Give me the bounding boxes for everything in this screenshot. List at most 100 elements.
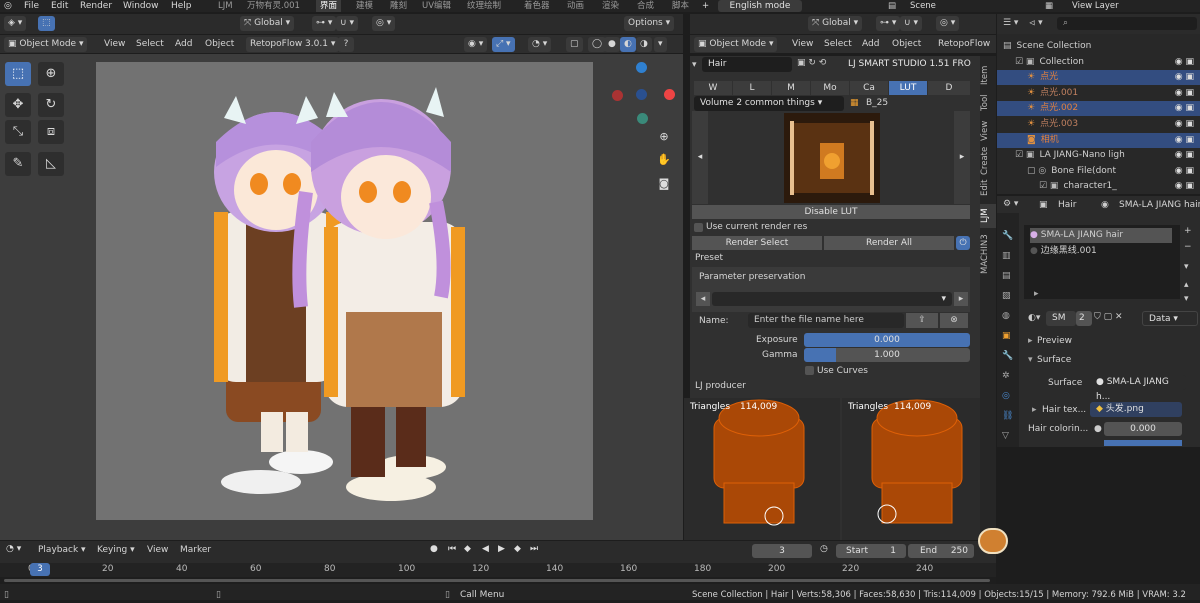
right-menu-add[interactable]: Add xyxy=(862,39,879,49)
annotate-icon[interactable]: ✎ xyxy=(5,152,31,176)
visibility-icon[interactable]: ◉ ▾ xyxy=(464,37,488,52)
object-tab-icon[interactable]: ▣ xyxy=(1002,331,1011,341)
power-icon[interactable]: ⏻ xyxy=(956,236,970,250)
exposure-slider[interactable]: 0.000 xyxy=(804,333,970,347)
tab-uv[interactable]: UV编辑 xyxy=(422,0,451,12)
tab-m[interactable]: M xyxy=(772,81,810,95)
surface-panel[interactable]: Surface xyxy=(1037,355,1071,365)
timeline-ruler[interactable]: 020406080100120140160180200220240 3 xyxy=(0,563,996,577)
slot-add-icon[interactable]: + xyxy=(1184,226,1192,236)
tab-wanwu[interactable]: 万物有灵.001 xyxy=(247,0,300,12)
modifier-tab-icon[interactable]: 🔧 xyxy=(1002,351,1013,361)
scene-icon[interactable]: ▤ xyxy=(888,0,896,12)
rendered-shading-icon[interactable]: ◑ xyxy=(636,37,652,52)
tab-texture-paint[interactable]: 纹理绘制 xyxy=(467,0,501,12)
start-frame-field[interactable]: Start 1 xyxy=(836,544,906,558)
file-name-input[interactable]: Enter the file name here xyxy=(748,313,904,328)
pivot-icon[interactable]: ⊶ ▾ xyxy=(312,16,337,31)
hair-texture-field[interactable]: ◆ 头发.png xyxy=(1090,402,1182,417)
menu-view[interactable]: View xyxy=(104,39,125,49)
outliner-row[interactable]: ▤ Scene Collection xyxy=(997,39,1200,54)
gizmo-neg-x-axis[interactable] xyxy=(612,90,623,101)
outliner-row[interactable]: ☀ 点光.002 ◉ ▣ xyxy=(997,101,1200,117)
visibility-eye-icon[interactable]: ◉ ▣ xyxy=(1175,133,1194,148)
gizmo-z-axis[interactable] xyxy=(636,62,647,73)
panel-collapse-icon[interactable]: ▾ xyxy=(692,60,697,70)
scale-icon[interactable]: ⤡ xyxy=(5,120,31,144)
surface-expand-icon[interactable]: ▾ xyxy=(1028,355,1033,365)
param-prev-icon[interactable]: ◂ xyxy=(696,292,710,306)
menu-render[interactable]: Render xyxy=(80,0,112,12)
visibility-eye-icon[interactable]: ◉ ▣ xyxy=(1175,70,1194,85)
move-icon[interactable]: ✥ xyxy=(5,93,31,117)
zoom-icon[interactable]: ⊕ xyxy=(655,128,673,146)
solid-shading-icon[interactable]: ● xyxy=(604,37,620,52)
tab-d[interactable]: D xyxy=(928,81,970,95)
param-next-icon[interactable]: ▸ xyxy=(954,292,968,306)
tab-jiemian[interactable]: 界面 xyxy=(316,0,342,12)
visibility-eye-icon[interactable]: ◉ ▣ xyxy=(1175,164,1194,179)
tab-modeling[interactable]: 建模 xyxy=(356,0,373,12)
clear-icon[interactable]: ⊗ xyxy=(940,313,968,328)
jump-end-icon[interactable]: ⏭ xyxy=(530,544,538,554)
next-keyframe-icon[interactable]: ◆ xyxy=(514,544,521,554)
tab-lut[interactable]: LUT xyxy=(889,81,927,95)
shading-dropdown-icon[interactable]: ▾ xyxy=(654,37,667,52)
timeline-scrollbar[interactable] xyxy=(0,577,996,584)
data-tab-icon[interactable]: ▽ xyxy=(1002,431,1009,441)
jump-start-icon[interactable]: ⏮ xyxy=(448,544,456,554)
wireframe-thumb-left[interactable]: Triangles 114,009 xyxy=(684,398,840,540)
material-slot-0[interactable]: ● SMA-LA JIANG hair xyxy=(1030,228,1172,243)
right-menu-view[interactable]: View xyxy=(792,39,813,49)
lut-next-button[interactable]: ▸ xyxy=(954,111,970,204)
outliner-search-icon[interactable]: ⌕ xyxy=(1057,17,1197,30)
outliner-row[interactable]: ☑ ▣ character1_ ◉ ▣ xyxy=(997,179,1200,194)
scene-name[interactable]: Scene xyxy=(910,0,936,12)
side-tab-tool[interactable]: Tool xyxy=(980,90,996,116)
world-tab-icon[interactable]: ◍ xyxy=(1002,311,1010,321)
param-dropdown[interactable]: ▾ xyxy=(712,292,952,306)
refresh-icons[interactable]: ▣ ↻ ⟲ xyxy=(797,58,826,68)
visibility-eye-icon[interactable]: ◉ ▣ xyxy=(1175,179,1194,194)
view-layer-name[interactable]: View Layer xyxy=(1072,0,1119,12)
transform-orientation[interactable]: ⤧ Global ▾ xyxy=(240,16,295,31)
physics-tab-icon[interactable]: ◎ xyxy=(1002,391,1010,401)
tab-compositing[interactable]: 合成 xyxy=(637,0,654,12)
right-proportional-icon[interactable]: ◎ ▾ xyxy=(936,16,960,31)
render-all-button[interactable]: Render All xyxy=(824,236,954,250)
play-reverse-icon[interactable]: ◀ xyxy=(482,544,489,554)
right-transform-orientation[interactable]: ⤧ Global ▾ xyxy=(808,16,863,31)
visibility-eye-icon[interactable]: ◉ ▣ xyxy=(1175,101,1194,116)
menu-select[interactable]: Select xyxy=(136,39,164,49)
particles-tab-icon[interactable]: ✲ xyxy=(1002,371,1010,381)
gamma-slider[interactable]: 1.000 xyxy=(804,348,970,362)
render-select-button[interactable]: Render Select xyxy=(692,236,822,250)
prev-keyframe-icon[interactable]: ◆ xyxy=(464,544,471,554)
view-layer-icon[interactable]: ▦ xyxy=(1045,0,1053,12)
right-retopoflow[interactable]: RetopoFlow xyxy=(938,39,990,49)
visibility-eye-icon[interactable]: ◉ ▣ xyxy=(1175,55,1194,70)
right-menu-select[interactable]: Select xyxy=(824,39,852,49)
right-pivot-icon[interactable]: ⊶ ▾ xyxy=(876,16,901,31)
camera-view-icon[interactable]: ◙ xyxy=(655,175,673,193)
snap-icon[interactable]: ∪ ▾ xyxy=(336,16,358,31)
menu-add[interactable]: Add xyxy=(175,39,192,49)
addon-avatar[interactable] xyxy=(978,528,1008,554)
surface-shader-field[interactable]: ● SMA-LA JIANG h... xyxy=(1090,375,1186,402)
render-tab-icon[interactable]: ▥ xyxy=(1002,251,1011,261)
end-frame-field[interactable]: End 250 xyxy=(908,544,974,558)
link-dropdown[interactable]: Data ▾ xyxy=(1142,311,1198,326)
visibility-eye-icon[interactable]: ◉ ▣ xyxy=(1175,117,1194,132)
preview-expand-icon[interactable]: ▸ xyxy=(1028,336,1033,346)
visibility-eye-icon[interactable]: ◉ ▣ xyxy=(1175,148,1194,163)
add-workspace-icon[interactable]: + xyxy=(702,0,709,12)
use-current-res-checkbox[interactable] xyxy=(694,223,703,232)
hair-color-value-field[interactable]: 0.000 xyxy=(1104,422,1182,436)
gizmo-x-axis[interactable] xyxy=(664,89,675,100)
rotate-icon[interactable]: ↻ xyxy=(38,93,64,117)
side-tab-item[interactable]: Item xyxy=(980,60,996,90)
select-box-icon[interactable]: ⬚ xyxy=(5,62,31,86)
right-object-mode[interactable]: ▣ Object Mode ▾ xyxy=(694,37,778,52)
side-tab-ljm[interactable]: LJM xyxy=(980,204,996,228)
upload-icon[interactable]: ⇪ xyxy=(906,313,938,328)
